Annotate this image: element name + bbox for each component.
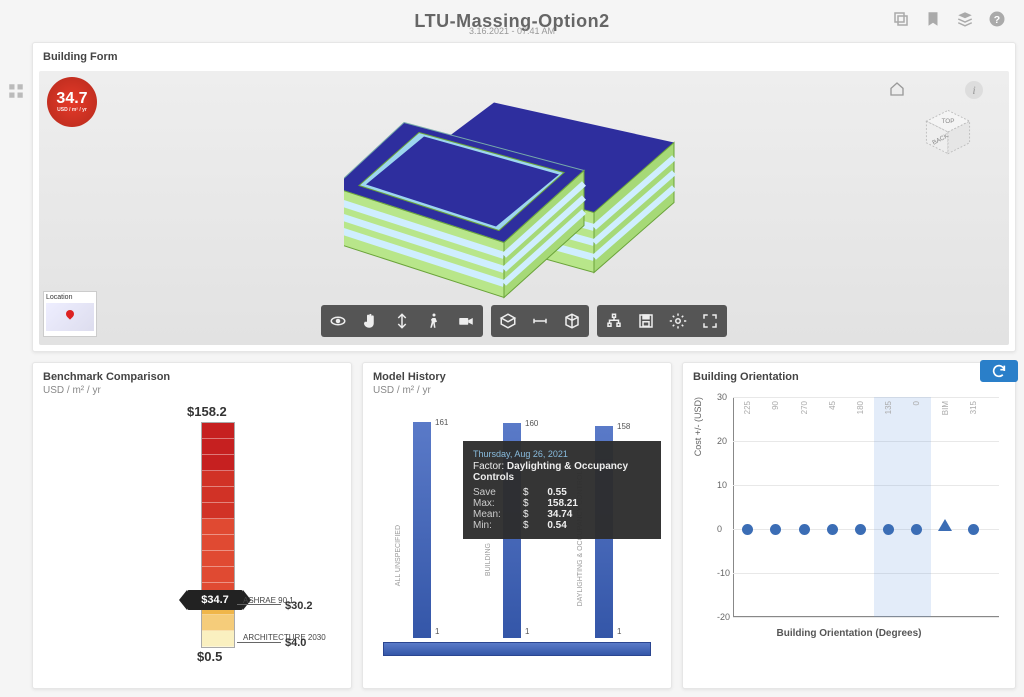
location-thumbnail[interactable]: Location	[43, 291, 97, 337]
dashboard-grid-icon[interactable]	[7, 82, 25, 100]
ref-value: $4.0	[285, 637, 306, 649]
save-icon[interactable]	[635, 310, 657, 332]
y-tick: -10	[717, 568, 730, 578]
benchmark-panel: Benchmark Comparison USD / m² / yr $158.…	[32, 362, 352, 689]
panel-title: Model History	[363, 363, 671, 385]
svg-text:TOP: TOP	[942, 118, 955, 125]
history-baseline-bar	[383, 642, 651, 656]
help-icon[interactable]: ?	[988, 10, 1006, 28]
eui-badge: 34.7 USD / m² / yr	[47, 77, 97, 127]
tooltip-date: Thursday, Aug 26, 2021	[473, 449, 651, 459]
current-marker-icon	[938, 519, 952, 531]
panel-unit: USD / m² / yr	[363, 385, 671, 400]
bar-label: BUILDING	[485, 543, 492, 576]
left-rail	[0, 42, 32, 697]
ref-value: $30.2	[285, 600, 313, 612]
orientation-chart[interactable]: Cost +/- (USD) Building Orientation (Deg…	[693, 391, 1005, 641]
building-form-panel: Building Form	[32, 42, 1016, 352]
history-tooltip: Thursday, Aug 26, 2021 Factor: Daylighti…	[463, 441, 661, 539]
y-tick: 20	[717, 436, 727, 446]
bar-base-value: 1	[435, 627, 439, 636]
toolbar-group-model	[491, 305, 589, 337]
toolbar-group-nav	[321, 305, 483, 337]
panel-title: Building Orientation	[683, 363, 1015, 385]
tooltip-factor-label: Factor:	[473, 461, 504, 472]
app-header: LTU-Massing-Option2 3.16.2021 - 07:41 AM…	[0, 0, 1024, 42]
bookmark-icon[interactable]	[924, 10, 942, 28]
bar-label: ALL UNSPECIFIED	[395, 525, 402, 586]
y-tick: 10	[717, 480, 727, 490]
data-point[interactable]	[968, 524, 979, 535]
benchmark-gauge: $158.2 $34.7 ASHRAE 90.1 $30.2 ARCHITECT…	[33, 404, 351, 662]
data-point[interactable]	[827, 524, 838, 535]
panel-title: Building Form	[33, 43, 1015, 65]
cube-icon[interactable]	[561, 310, 583, 332]
building-model	[344, 93, 704, 303]
x-tick: 225	[743, 401, 752, 414]
panel-title: Benchmark Comparison	[33, 363, 351, 385]
model-viewport[interactable]	[39, 71, 1009, 345]
copy-icon[interactable]	[892, 10, 910, 28]
location-map	[46, 303, 94, 331]
walk-icon[interactable]	[423, 310, 445, 332]
svg-text:?: ?	[994, 14, 1000, 26]
map-pin-icon	[64, 309, 75, 320]
viewer-toolbar	[321, 305, 727, 337]
model-history-panel: Model History USD / m² / yr 161 1 ALL UN…	[362, 362, 672, 689]
y-tick: 0	[717, 524, 722, 534]
viewcube[interactable]: TOP BACK	[921, 105, 975, 159]
orientation-panel: Building Orientation Cost +/- (USD) Buil…	[682, 362, 1016, 689]
dolly-icon[interactable]	[391, 310, 413, 332]
settings-gear-icon[interactable]	[667, 310, 689, 332]
y-tick: -20	[717, 612, 730, 622]
eui-unit: USD / m² / yr	[57, 107, 87, 113]
bar-base-value: 1	[525, 627, 529, 636]
x-tick: BIM	[941, 401, 950, 415]
camera-icon[interactable]	[455, 310, 477, 332]
y-axis-label: Cost +/- (USD)	[693, 397, 703, 456]
x-tick: 270	[800, 401, 809, 414]
x-tick: 135	[884, 401, 893, 414]
x-tick: 45	[828, 401, 837, 410]
eui-value: 34.7	[56, 91, 87, 107]
ref-line	[237, 642, 281, 643]
refresh-button[interactable]	[980, 360, 1018, 382]
box-open-icon[interactable]	[497, 310, 519, 332]
page-subtitle: 3.16.2021 - 07:41 AM	[469, 26, 555, 36]
header-icon-row: ?	[892, 10, 1006, 28]
history-bar[interactable]	[413, 422, 431, 638]
gauge-min: $0.5	[197, 649, 222, 664]
layers-icon[interactable]	[956, 10, 974, 28]
home-icon[interactable]	[889, 81, 905, 100]
location-label: Location	[46, 294, 94, 301]
data-point[interactable]	[799, 524, 810, 535]
history-chart[interactable]: 161 1 ALL UNSPECIFIED 160 1 BUILDING 158…	[373, 406, 661, 656]
bar-top-value: 158	[617, 422, 630, 431]
tree-icon[interactable]	[603, 310, 625, 332]
x-tick: 90	[771, 401, 780, 410]
bar-top-value: 160	[525, 419, 538, 428]
gauge-max: $158.2	[187, 404, 227, 419]
bar-top-value: 161	[435, 418, 448, 427]
pan-hand-icon[interactable]	[359, 310, 381, 332]
y-tick: 30	[717, 392, 727, 402]
x-tick: 180	[856, 401, 865, 414]
measure-icon[interactable]	[529, 310, 551, 332]
toolbar-group-app	[597, 305, 727, 337]
orbit-icon[interactable]	[327, 310, 349, 332]
fullscreen-icon[interactable]	[699, 310, 721, 332]
bar-base-value: 1	[617, 627, 621, 636]
x-tick: 315	[969, 401, 978, 414]
current-marker: $34.7	[187, 590, 243, 610]
x-axis-title: Building Orientation (Degrees)	[776, 628, 921, 639]
panel-unit: USD / m² / yr	[33, 385, 351, 400]
highlight-band	[874, 397, 930, 617]
x-tick: 0	[912, 401, 921, 405]
info-icon[interactable]: i	[965, 81, 983, 99]
data-point[interactable]	[855, 524, 866, 535]
